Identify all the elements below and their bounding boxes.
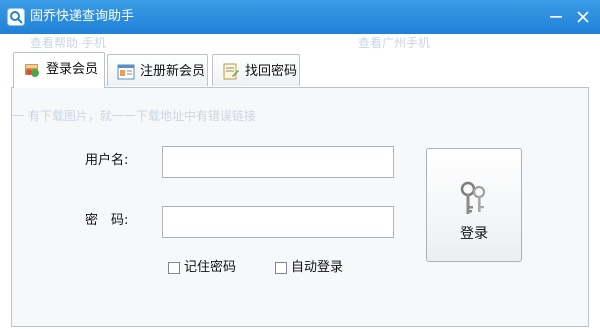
auto-login-label[interactable]: 自动登录 — [291, 260, 343, 276]
login-button-label: 登录 — [460, 226, 488, 242]
window-title: 固乔快递查询助手 — [30, 9, 135, 24]
remember-password-checkbox[interactable] — [168, 262, 180, 274]
login-panel: 一 有下载图片，就一一下载地址中有错误链接 用户名: 密 码: 登录 记住密码 … — [11, 87, 589, 327]
ghost-text-1: 查看帮助 手机 — [30, 36, 106, 50]
member-login-icon — [25, 64, 39, 77]
login-button[interactable]: 登录 — [426, 148, 522, 262]
ghost-text-2: 查看广州手机 — [358, 36, 431, 50]
minimize-icon[interactable] — [545, 6, 567, 28]
password-label: 密 码: — [85, 213, 129, 228]
tab-recover-password[interactable]: 找回密码 — [212, 54, 300, 86]
ghost-text-3: 一 有下载图片，就一一下载地址中有错误链接 — [12, 109, 256, 123]
app-logo-icon — [7, 8, 25, 26]
password-field[interactable] — [162, 206, 394, 238]
recover-password-icon — [223, 63, 239, 80]
tab-member-login[interactable]: 登录会员 — [13, 52, 105, 88]
username-field[interactable] — [162, 146, 394, 178]
auto-login-checkbox[interactable] — [275, 262, 287, 274]
keys-icon — [460, 181, 486, 214]
tab-register[interactable]: 注册新会员 — [107, 54, 208, 86]
app-window: 固乔快递查询助手 查看帮助 手机 查看广州手机 登录会员 注册新会员 找回密码 … — [0, 0, 600, 329]
title-bar[interactable]: 固乔快递查询助手 — [0, 0, 600, 34]
tab-label: 注册新会员 — [140, 64, 206, 79]
close-icon[interactable] — [572, 6, 594, 28]
tab-label: 登录会员 — [46, 62, 99, 77]
remember-password-label[interactable]: 记住密码 — [184, 260, 236, 276]
tab-label: 找回密码 — [245, 64, 298, 79]
register-icon — [117, 64, 135, 80]
username-label: 用户名: — [85, 153, 129, 168]
